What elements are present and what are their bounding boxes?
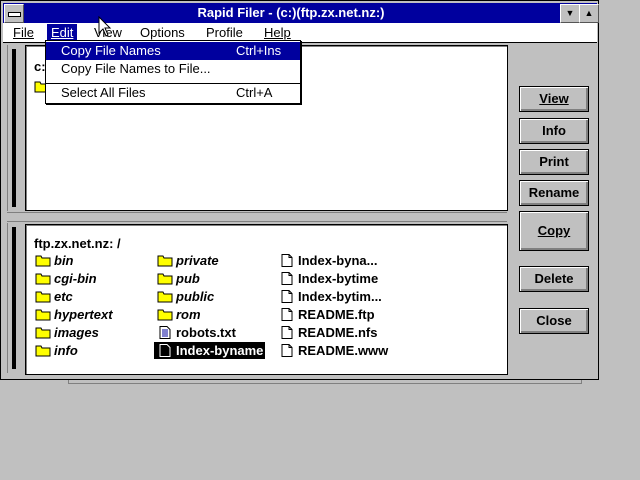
background-window-edge <box>68 380 582 384</box>
top-pane-path: c: <box>34 59 46 74</box>
folder-icon <box>35 308 51 321</box>
file-item[interactable]: README.nfs <box>276 324 379 341</box>
mouse-pointer-icon <box>98 16 112 37</box>
folder-item[interactable]: rom <box>154 306 203 323</box>
folder-name: cgi-bin <box>54 271 97 286</box>
folder-icon <box>35 326 51 339</box>
file-name: Index-byname <box>176 343 264 358</box>
folder-icon <box>157 290 173 303</box>
file-item[interactable]: Index-byna... <box>276 252 379 269</box>
folder-name: info <box>54 343 78 358</box>
folder-name: private <box>176 253 219 268</box>
file-item[interactable]: Index-byname <box>154 342 266 359</box>
menu-copy-file-names-to-file[interactable]: Copy File Names to File... <box>46 60 300 78</box>
file-name: robots.txt <box>176 325 236 340</box>
edit-menu-dropdown: Copy File Names Ctrl+Ins Copy File Names… <box>45 40 301 104</box>
folder-item[interactable]: cgi-bin <box>32 270 99 287</box>
file-name: Index-byna... <box>298 253 378 268</box>
file-item[interactable]: README.ftp <box>276 306 377 323</box>
pane-splitter[interactable] <box>7 212 507 222</box>
file-icon <box>279 326 295 339</box>
folder-item[interactable]: hypertext <box>32 306 115 323</box>
file-icon <box>157 344 173 357</box>
folder-item[interactable]: private <box>154 252 221 269</box>
folder-item[interactable]: pub <box>154 270 202 287</box>
folder-icon <box>35 254 51 267</box>
menu-options[interactable]: Options <box>136 24 189 41</box>
folder-icon <box>157 272 173 285</box>
file-name: Index-bytime <box>298 271 379 286</box>
menu-copy-file-names[interactable]: Copy File Names Ctrl+Ins <box>46 42 300 60</box>
menu-help[interactable]: Help <box>260 24 295 41</box>
folder-name: hypertext <box>54 307 113 322</box>
file-item[interactable]: Index-bytim... <box>276 288 384 305</box>
delete-button[interactable]: Delete <box>519 266 589 292</box>
file-name: Index-bytim... <box>298 289 382 304</box>
folder-icon <box>35 272 51 285</box>
system-menu-button[interactable] <box>4 4 24 23</box>
file-icon <box>279 272 295 285</box>
menu-edit[interactable]: Edit <box>47 24 78 41</box>
folder-icon <box>35 290 51 303</box>
folder-name: public <box>176 289 215 304</box>
folder-name: etc <box>54 289 73 304</box>
bottom-pane-handle[interactable] <box>7 223 22 373</box>
file-icon <box>279 344 295 357</box>
folder-name: bin <box>54 253 74 268</box>
copy-button[interactable]: Copy <box>519 211 589 251</box>
bottom-file-pane[interactable]: ftp.zx.net.nz: / bin cgi-bin etc hypertext i… <box>25 224 508 375</box>
top-pane-handle[interactable] <box>7 45 22 211</box>
title-bar[interactable]: Rapid Filer - (c:)(ftp.zx.net.nz:) ▼ ▲ <box>3 3 599 23</box>
folder-icon <box>157 254 173 267</box>
folder-icon <box>35 344 51 357</box>
folder-icon <box>157 308 173 321</box>
file-item[interactable]: README.www <box>276 342 390 359</box>
file-item[interactable]: Index-bytime <box>276 270 380 287</box>
file-name: README.www <box>298 343 389 358</box>
view-button[interactable]: View <box>519 86 589 112</box>
folder-item[interactable]: etc <box>32 288 75 305</box>
rename-button[interactable]: Rename <box>519 180 589 206</box>
file-name: README.ftp <box>298 307 375 322</box>
folder-item[interactable]: images <box>32 324 101 341</box>
folder-item[interactable]: bin <box>32 252 76 269</box>
menu-profile[interactable]: Profile <box>202 24 247 41</box>
bottom-pane-path: ftp.zx.net.nz: / <box>34 236 121 251</box>
print-button[interactable]: Print <box>519 149 589 175</box>
folder-name: images <box>54 325 99 340</box>
text-file-icon <box>157 326 173 339</box>
folder-name: pub <box>176 271 200 286</box>
minimize-button[interactable]: ▼ <box>560 4 580 23</box>
folder-item[interactable]: info <box>32 342 80 359</box>
file-icon <box>279 308 295 321</box>
menu-file[interactable]: File <box>9 24 38 41</box>
close-button[interactable]: Close <box>519 308 589 334</box>
folder-name: rom <box>176 307 201 322</box>
maximize-button[interactable]: ▲ <box>579 4 599 23</box>
info-button[interactable]: Info <box>519 118 589 144</box>
file-icon <box>279 290 295 303</box>
file-name: README.nfs <box>298 325 378 340</box>
file-item[interactable]: robots.txt <box>154 324 238 341</box>
menu-select-all-files[interactable]: Select All Files Ctrl+A <box>46 84 300 102</box>
file-icon <box>279 254 295 267</box>
folder-item[interactable]: public <box>154 288 216 305</box>
